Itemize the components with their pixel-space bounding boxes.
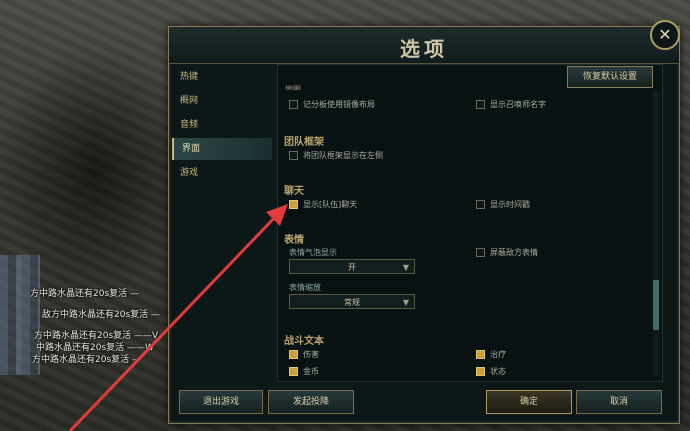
chevron-down-icon: ▼ — [402, 263, 409, 272]
combat-damage-option[interactable]: 伤害 — [289, 349, 319, 360]
section-title-map-partial: 地图 — [285, 85, 301, 90]
combat-gold-option[interactable]: 金币 — [289, 366, 319, 377]
emote-bubble-select[interactable]: 开 ▼ — [289, 259, 415, 274]
option-label: 记分板使用镜像布局 — [303, 100, 375, 109]
checkbox[interactable] — [476, 248, 485, 257]
restore-defaults-button[interactable]: 恢复默认设置 — [567, 66, 653, 88]
sidebar-item-game[interactable]: 游戏 — [172, 162, 272, 184]
checkbox[interactable] — [476, 100, 485, 109]
sidebar-item-general[interactable]: 概网 — [172, 90, 272, 112]
dialog-title-bar: 选项 — [169, 27, 679, 64]
option-label: 治疗 — [490, 350, 506, 359]
content-scrollbar[interactable] — [653, 90, 659, 376]
checkbox-checked[interactable] — [289, 200, 298, 209]
cancel-button[interactable]: 取消 — [576, 390, 662, 414]
emote-bubble-label: 表情气泡显示 — [289, 248, 337, 257]
options-content-panel — [277, 64, 663, 382]
option-label: 金币 — [303, 367, 319, 376]
sidebar-item-interface[interactable]: 界面 — [172, 138, 272, 160]
select-value: 常规 — [344, 298, 360, 307]
checkbox-checked[interactable] — [289, 350, 298, 359]
option-label: 状态 — [490, 367, 506, 376]
sidebar-item-hotkeys[interactable]: 热键 — [172, 66, 272, 88]
section-title-combat-text: 战斗文本 — [284, 336, 324, 347]
chat-line: 方中路水晶还有20s复活 — — [30, 289, 140, 299]
chevron-down-icon: ▼ — [402, 298, 409, 307]
dialog-title: 选项 — [400, 37, 448, 61]
checkbox-checked[interactable] — [476, 350, 485, 359]
checkbox-checked[interactable] — [289, 367, 298, 376]
option-label: 显示召唤师名字 — [490, 100, 546, 109]
show-summoner-names-option[interactable]: 显示召唤师名字 — [476, 99, 546, 110]
option-label: 将团队框架显示在左侧 — [303, 151, 383, 160]
option-label: 屏蔽敌方表情 — [490, 248, 538, 257]
checkbox-checked[interactable] — [476, 367, 485, 376]
section-title-chat: 聊天 — [284, 186, 304, 197]
section-title-emotes: 表情 — [284, 235, 304, 246]
show-timestamps-option[interactable]: 显示时间戳 — [476, 199, 530, 210]
ok-button[interactable]: 确定 — [486, 390, 572, 414]
combat-heal-option[interactable]: 治疗 — [476, 349, 506, 360]
emote-scale-label: 表情缩放 — [289, 283, 321, 292]
select-value: 开 — [348, 263, 356, 272]
checkbox[interactable] — [476, 200, 485, 209]
section-title-team-frame: 团队框架 — [284, 137, 324, 148]
option-label: 显示[队伍]聊天 — [303, 200, 358, 209]
scoreboard-mirror-option[interactable]: 记分板使用镜像布局 — [289, 99, 375, 110]
chat-line: 敌方中路水晶还有20s复活 — — [42, 310, 161, 320]
scrollbar-thumb[interactable] — [653, 280, 659, 330]
show-team-chat-option[interactable]: 显示[队伍]聊天 — [289, 199, 357, 210]
close-button[interactable]: ✕ — [650, 20, 680, 50]
block-enemy-emotes-option[interactable]: 屏蔽敌方表情 — [476, 247, 538, 258]
chat-line: 方中路水晶还有20s复活 — — [32, 355, 142, 365]
close-icon: ✕ — [658, 25, 672, 44]
checkbox[interactable] — [289, 151, 298, 160]
sidebar-item-audio[interactable]: 音频 — [172, 114, 272, 136]
combat-status-option[interactable]: 状态 — [476, 366, 506, 377]
option-label: 显示时间戳 — [490, 200, 530, 209]
emote-scale-select[interactable]: 常规 ▼ — [289, 294, 415, 309]
checkbox[interactable] — [289, 100, 298, 109]
option-label: 伤害 — [303, 350, 319, 359]
team-frame-left-option[interactable]: 将团队框架显示在左侧 — [289, 150, 383, 161]
exit-game-button[interactable]: 退出游戏 — [179, 390, 263, 414]
surrender-button[interactable]: 发起投降 — [268, 390, 354, 414]
